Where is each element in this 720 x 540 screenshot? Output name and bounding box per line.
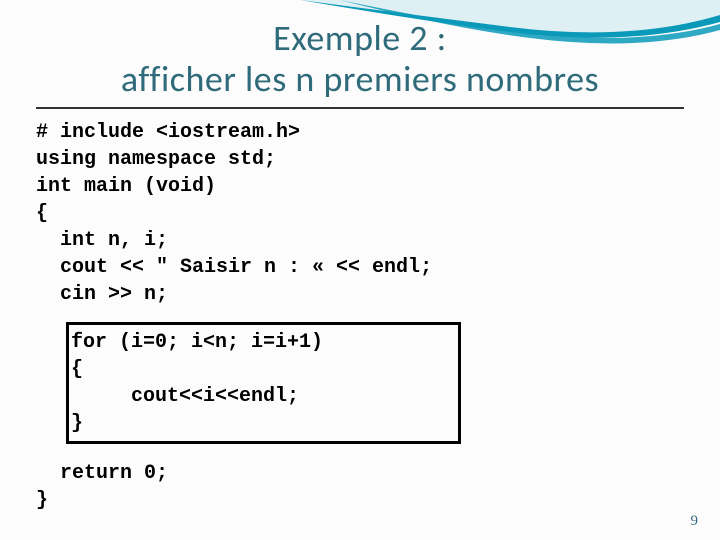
code-boxed-section: for (i=0; i<n; i=i+1) { cout<<i<<endl; } [66,322,461,444]
page-number: 9 [691,513,699,530]
code-post: return 0; } [36,460,684,514]
title-line-1: Exemple 2 : [273,16,447,60]
code-pre: # include <iostream.h> using namespace s… [36,119,684,308]
title-underline [36,107,684,109]
slide-title: Exemple 2 : afficher les n premiers nomb… [0,0,720,101]
title-line-2: afficher les n premiers nombres [121,57,599,101]
